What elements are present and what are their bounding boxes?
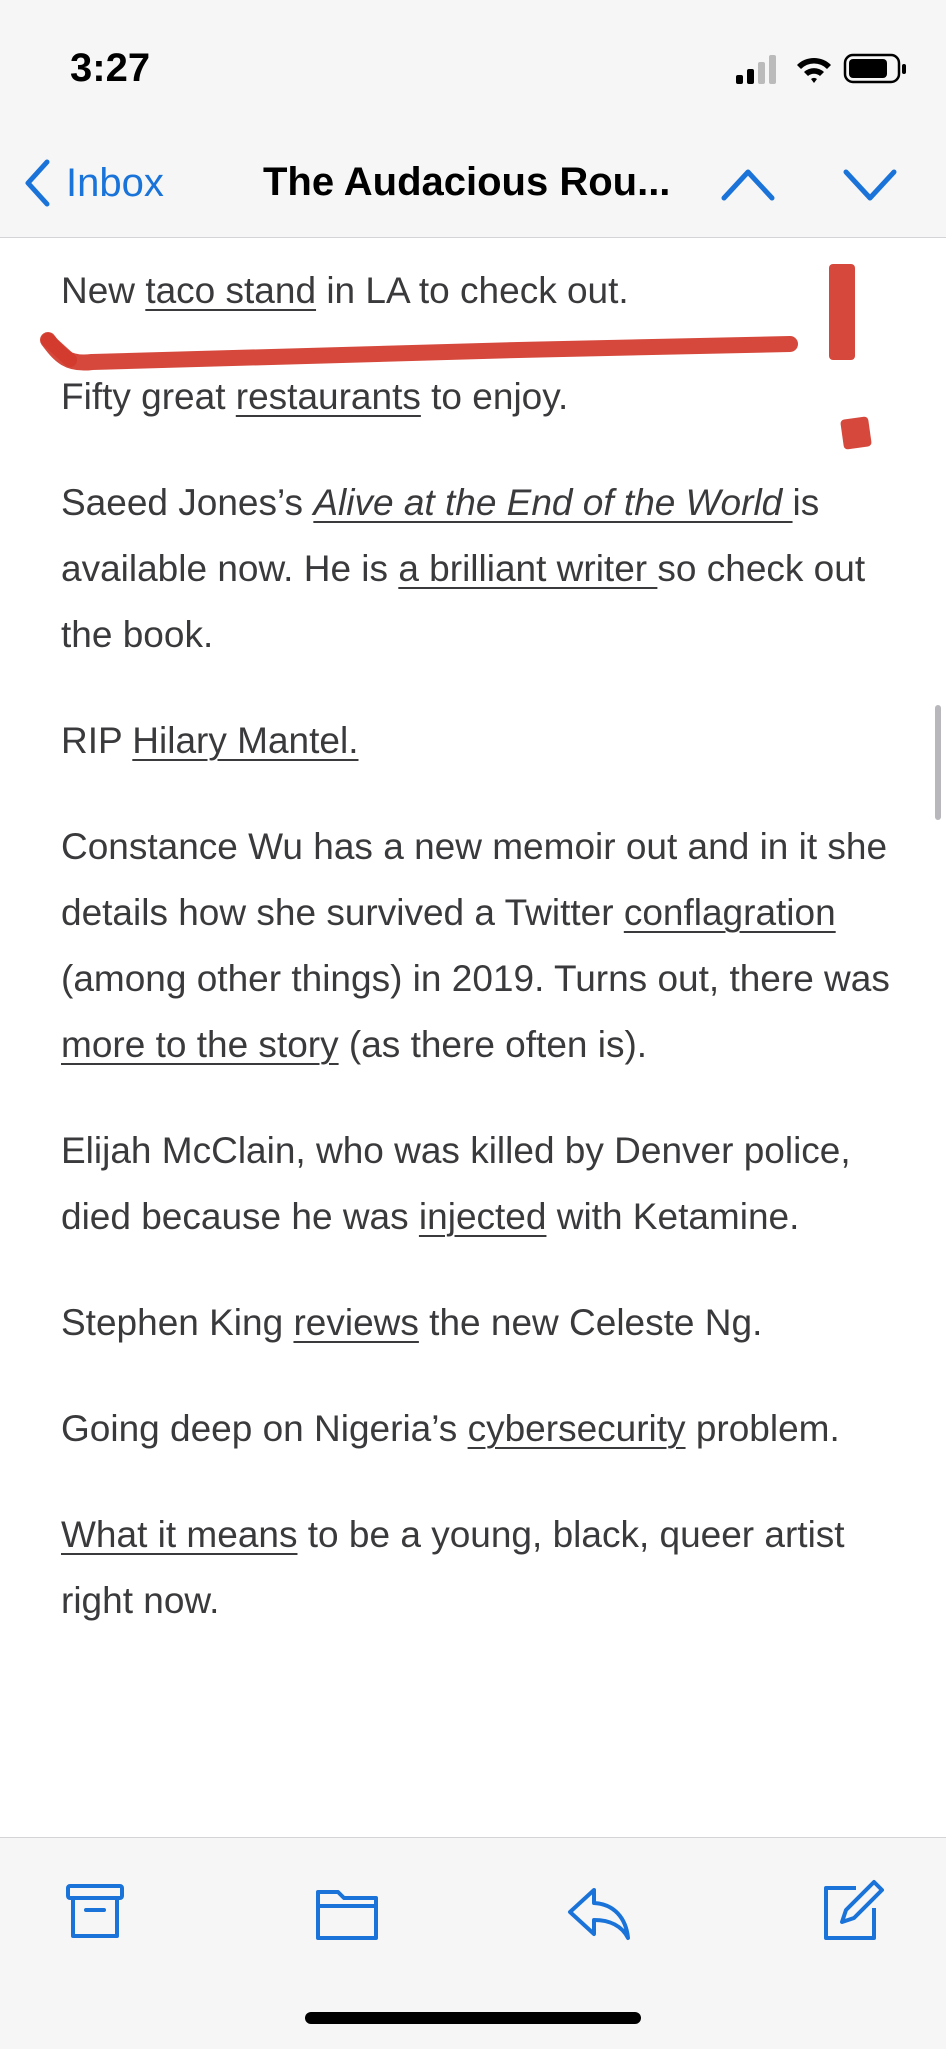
email-text: Saeed Jones’s (61, 482, 314, 523)
back-to-inbox-button[interactable]: Inbox (22, 156, 164, 210)
folder-icon (316, 1890, 378, 1940)
email-paragraph: Saeed Jones’s Alive at the End of the Wo… (61, 470, 901, 668)
email-link[interactable]: Hilary Mantel. (132, 720, 358, 761)
email-text: (as there often is). (338, 1024, 648, 1065)
wifi-icon (797, 57, 831, 83)
email-text: with Ketamine. (546, 1196, 800, 1237)
email-paragraph: Elijah McClain, who was killed by Denver… (61, 1118, 901, 1250)
email-link[interactable]: cybersecurity (468, 1408, 686, 1449)
email-paragraph: Stephen King reviews the new Celeste Ng. (61, 1290, 901, 1356)
home-indicator[interactable] (305, 2012, 641, 2024)
email-link[interactable]: What it means (61, 1514, 297, 1555)
chevron-up-icon (721, 169, 775, 201)
next-message-button[interactable] (840, 158, 900, 210)
chevron-left-icon (25, 159, 50, 207)
email-paragraph: Going deep on Nigeria’s cybersecurity pr… (61, 1396, 901, 1462)
signal-icon (736, 55, 776, 84)
compose-icon (824, 1880, 884, 1940)
email-paragraph: What it means to be a young, black, quee… (61, 1502, 901, 1634)
email-link[interactable]: a brilliant writer (398, 548, 657, 589)
email-body: New taco stand in LA to check out. Fifty … (61, 237, 901, 1837)
compose-button[interactable] (816, 1878, 886, 1948)
email-paragraph: New taco stand in LA to check out. (61, 258, 901, 324)
reply-icon (568, 1888, 630, 1940)
message-subject-title: The Audacious Rou... (263, 160, 671, 204)
email-paragraph: Fifty great restaurants to enjoy. (61, 364, 901, 430)
archive-icon (66, 1884, 124, 1938)
move-to-folder-button[interactable] (312, 1878, 382, 1948)
email-text: the new Celeste Ng. (418, 1302, 763, 1343)
email-text: New (61, 270, 146, 311)
bottom-toolbar (0, 1837, 946, 2049)
email-link[interactable]: conflagration (624, 892, 836, 933)
navigation-bar: Inbox The Audacious Rou... (0, 130, 946, 238)
scrollbar-thumb[interactable] (935, 705, 941, 820)
battery-icon (843, 53, 906, 84)
email-text: to enjoy. (420, 376, 569, 417)
reply-button[interactable] (564, 1878, 634, 1948)
email-link[interactable]: restaurants (236, 376, 421, 417)
email-text: Stephen King (61, 1302, 294, 1343)
chevron-down-icon (843, 169, 897, 201)
email-link[interactable]: Alive at the End of the World (313, 482, 792, 523)
email-link[interactable]: taco stand (145, 270, 316, 311)
email-text: problem. (685, 1408, 840, 1449)
email-text: in LA to check out. (316, 270, 629, 311)
email-paragraph: Constance Wu has a new memoir out and in… (61, 814, 901, 1078)
email-text: Fifty great (61, 376, 236, 417)
status-bar: 3:27 (0, 0, 946, 130)
back-label: Inbox (66, 160, 164, 205)
email-text: Going deep on Nigeria’s (61, 1408, 468, 1449)
email-link[interactable]: injected (419, 1196, 547, 1237)
archive-button[interactable] (60, 1878, 130, 1948)
status-icons-svg (736, 53, 906, 84)
status-time: 3:27 (70, 46, 151, 90)
previous-message-button[interactable] (718, 158, 778, 210)
email-link[interactable]: more to the story (61, 1024, 339, 1065)
email-text: RIP (61, 720, 133, 761)
status-icons (736, 50, 916, 90)
email-link[interactable]: reviews (293, 1302, 418, 1343)
email-text: (among other things) in 2019. Turns out,… (61, 958, 890, 999)
email-paragraph: RIP Hilary Mantel. (61, 708, 901, 774)
